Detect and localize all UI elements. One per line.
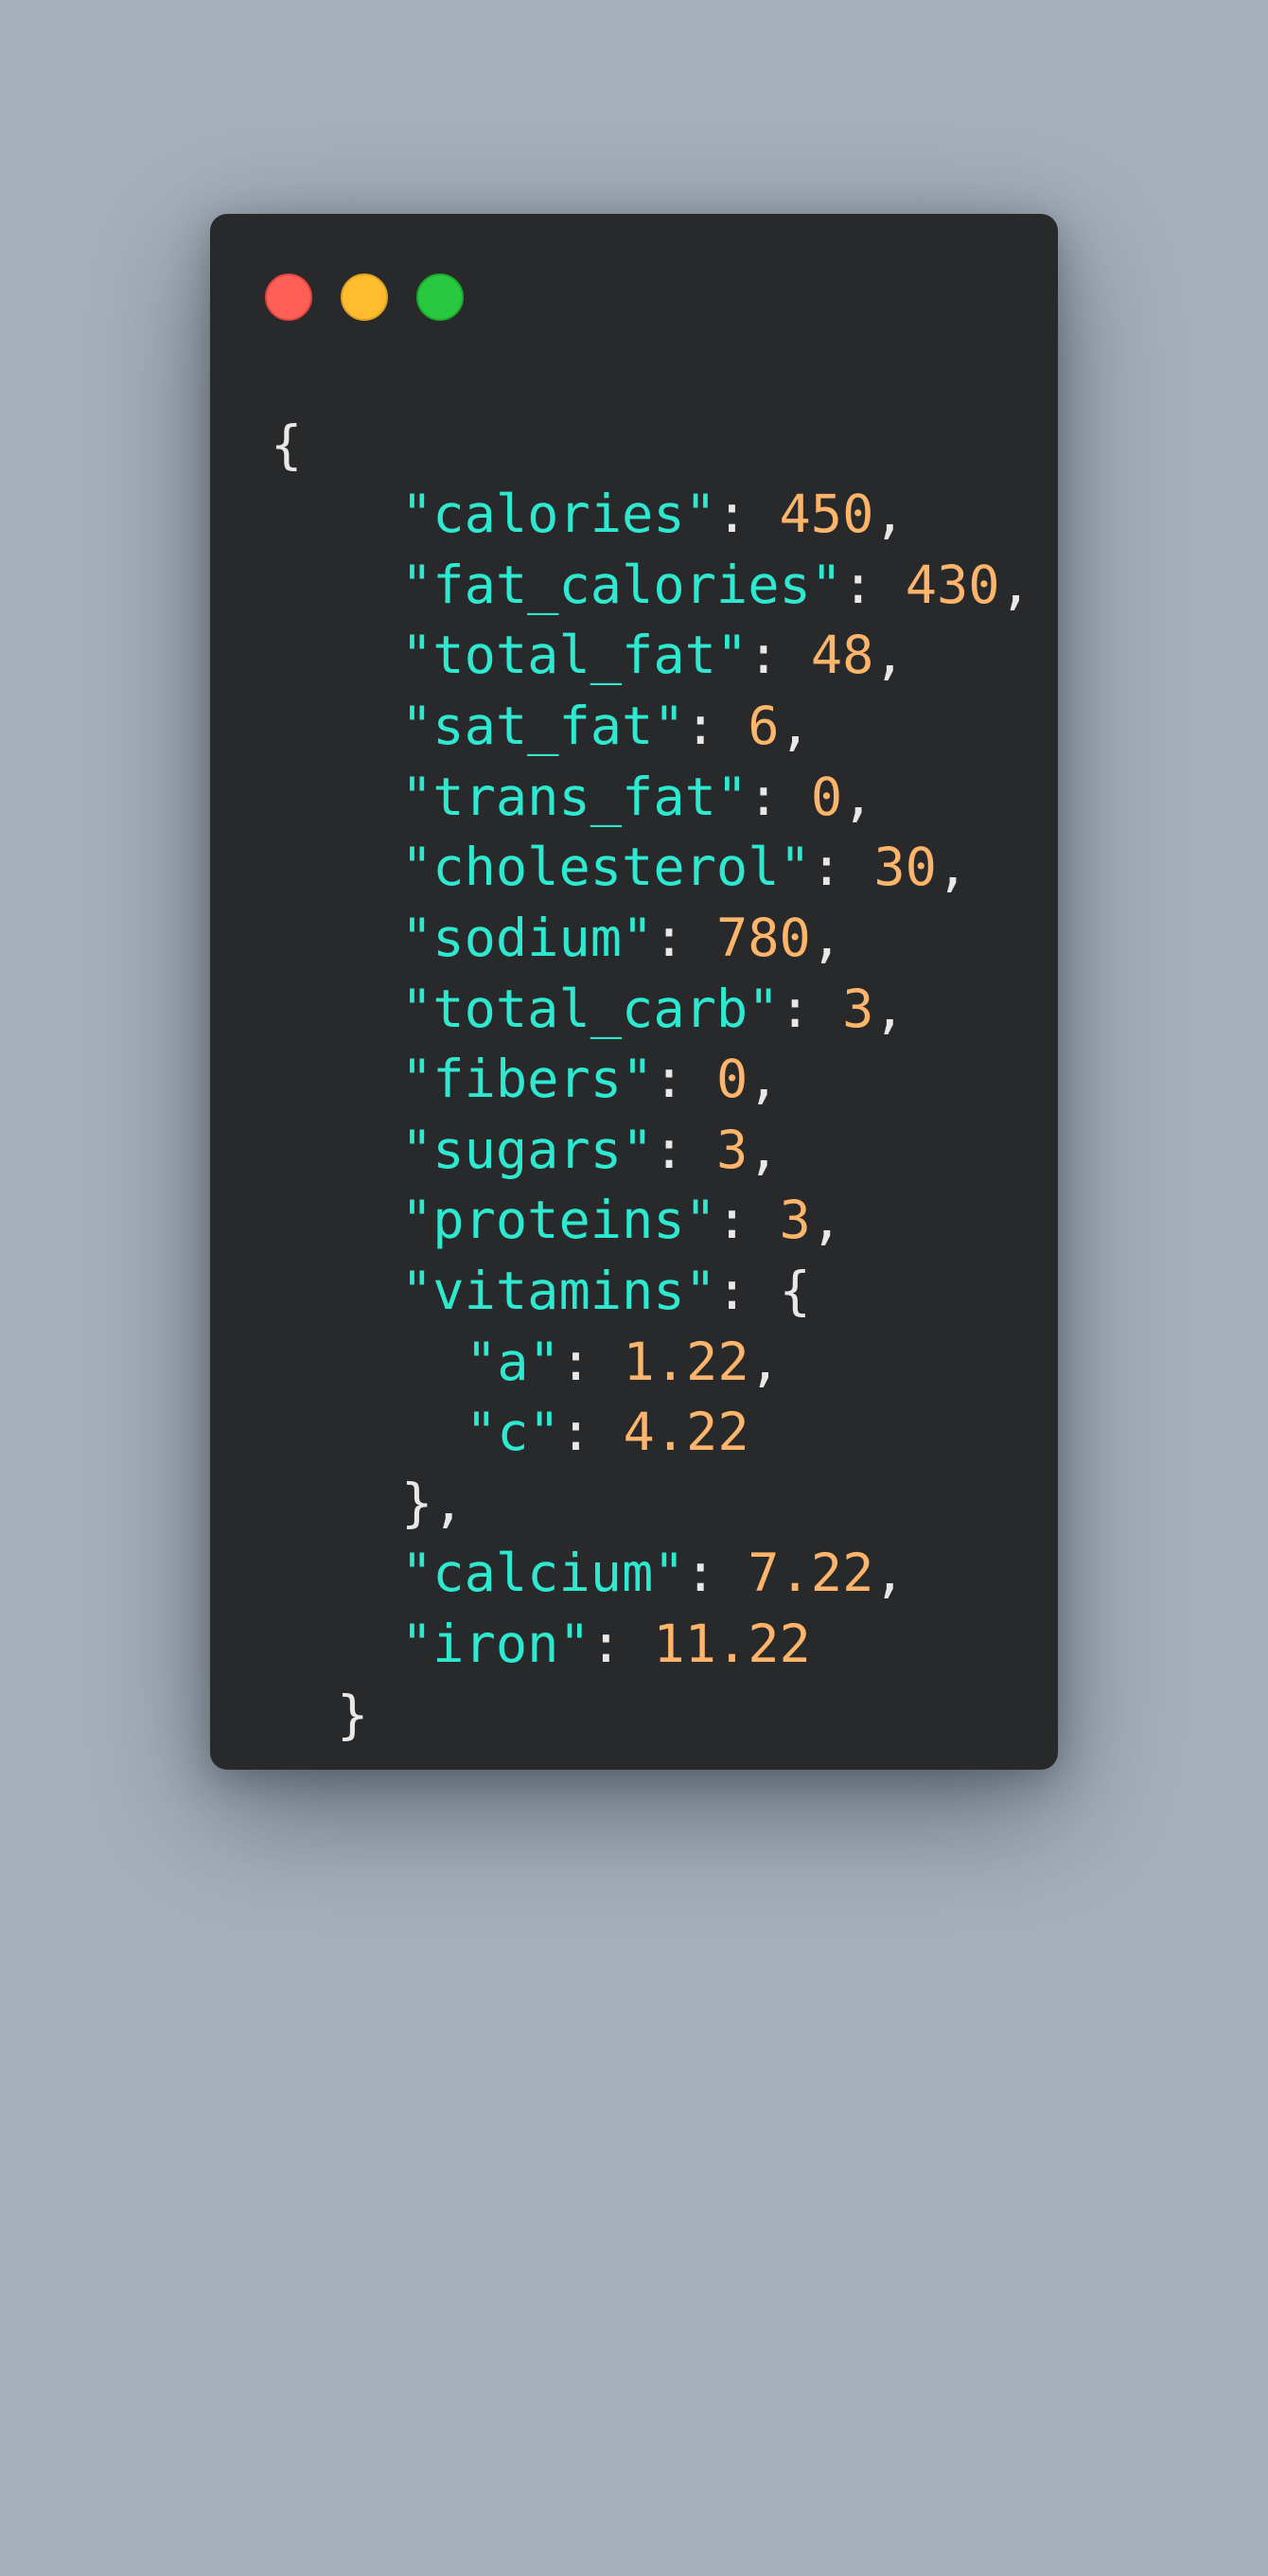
json-value: 11.22 bbox=[653, 1614, 811, 1675]
json-key: "fat_calories" bbox=[401, 556, 843, 616]
code-line: "c": 4.22 bbox=[466, 1403, 749, 1463]
json-value: 780 bbox=[715, 909, 811, 969]
code-line: "sugars": 3, bbox=[401, 1120, 780, 1181]
json-key: "vitamins" bbox=[401, 1262, 716, 1322]
json-value: 1.22 bbox=[623, 1332, 749, 1393]
code-block: { "calories": 450, "fat_calories": 430, … bbox=[271, 214, 1031, 2576]
json-key: "iron" bbox=[401, 1614, 590, 1675]
json-key: "fibers" bbox=[401, 1050, 654, 1110]
code-line: "calcium": 7.22, bbox=[401, 1544, 906, 1604]
close-brace: } bbox=[337, 1685, 369, 1746]
code-line: "cholesterol": 30, bbox=[401, 838, 969, 898]
code-line: } bbox=[337, 1681, 368, 1751]
code-line: "total_fat": 48, bbox=[401, 626, 906, 686]
json-key: "sat_fat" bbox=[401, 697, 685, 757]
json-key: "a" bbox=[466, 1332, 560, 1393]
code-line: "sodium": 780, bbox=[401, 909, 843, 969]
json-key: "c" bbox=[466, 1403, 560, 1463]
json-value: 430 bbox=[905, 556, 1000, 616]
code-line: "fat_calories": 430, bbox=[401, 556, 1031, 616]
json-value: 30 bbox=[873, 838, 937, 898]
json-value: 6 bbox=[748, 697, 780, 757]
json-value: 3 bbox=[779, 1191, 811, 1251]
json-key: "proteins" bbox=[401, 1191, 716, 1251]
code-line: }, bbox=[401, 1469, 465, 1539]
close-brace: }, bbox=[401, 1473, 465, 1534]
open-brace: { bbox=[779, 1262, 811, 1322]
json-value: 48 bbox=[810, 626, 874, 686]
code-line: { bbox=[271, 411, 302, 481]
code-line: "calories": 450, bbox=[401, 485, 906, 545]
json-key: "total_carb" bbox=[401, 979, 780, 1040]
json-key: "sugars" bbox=[401, 1120, 654, 1181]
json-key: "total_fat" bbox=[401, 626, 748, 686]
code-window: { "calories": 450, "fat_calories": 430, … bbox=[210, 214, 1058, 1770]
code-line: "a": 1.22, bbox=[466, 1332, 781, 1393]
json-key: "trans_fat" bbox=[401, 768, 748, 828]
code-line: "fibers": 0, bbox=[401, 1050, 780, 1110]
json-value: 3 bbox=[715, 1120, 748, 1181]
json-value: 7.22 bbox=[748, 1544, 874, 1604]
json-value: 0 bbox=[715, 1050, 748, 1110]
code-line: "total_carb": 3, bbox=[401, 979, 906, 1040]
json-key: "sodium" bbox=[401, 909, 654, 969]
json-key: "calcium" bbox=[401, 1544, 685, 1604]
code-line: "trans_fat": 0, bbox=[401, 768, 874, 828]
code-line: "vitamins": { bbox=[401, 1262, 811, 1322]
code-line: "proteins": 3, bbox=[401, 1191, 843, 1251]
json-key: "calories" bbox=[401, 485, 716, 545]
json-value: 0 bbox=[810, 768, 843, 828]
json-value: 4.22 bbox=[623, 1403, 749, 1463]
json-value: 450 bbox=[779, 485, 874, 545]
code-line: "sat_fat": 6, bbox=[401, 697, 811, 757]
open-brace: { bbox=[271, 415, 303, 476]
maximize-button[interactable] bbox=[416, 273, 464, 321]
json-key: "cholesterol" bbox=[401, 838, 811, 898]
json-value: 3 bbox=[842, 979, 874, 1040]
code-line: "iron": 11.22 bbox=[401, 1614, 811, 1675]
